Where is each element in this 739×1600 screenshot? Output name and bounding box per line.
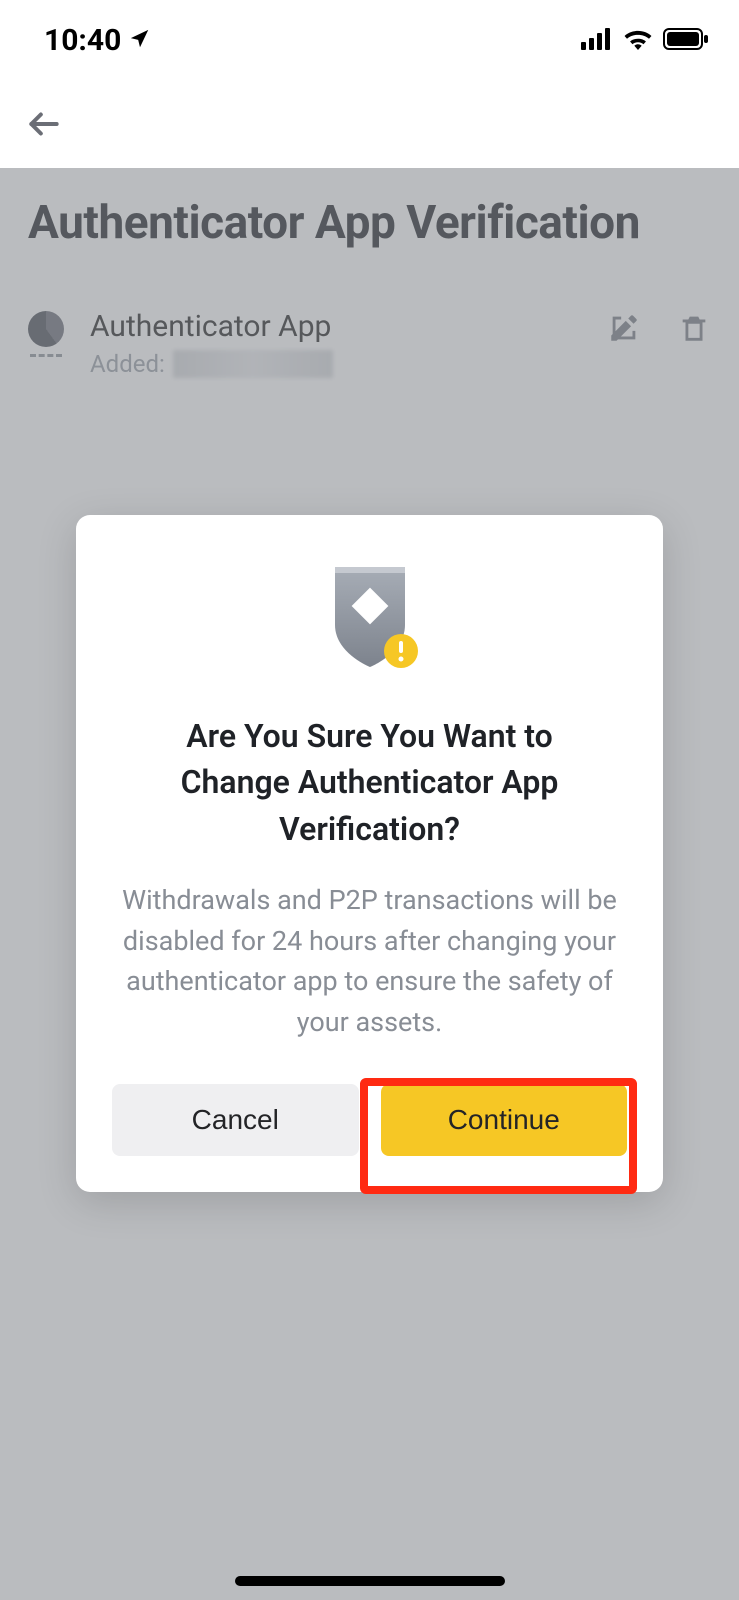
shield-warning-icon <box>112 559 627 679</box>
home-indicator <box>235 1576 505 1586</box>
back-button[interactable] <box>24 104 64 144</box>
status-indicators <box>581 23 709 58</box>
cancel-button[interactable]: Cancel <box>112 1084 359 1156</box>
nav-bar <box>0 80 739 168</box>
confirm-change-modal: Are You Sure You Want to Change Authenti… <box>76 515 663 1192</box>
continue-button[interactable]: Continue <box>381 1084 628 1156</box>
modal-title: Are You Sure You Want to Change Authenti… <box>112 713 627 852</box>
wifi-icon <box>623 23 653 58</box>
cellular-icon <box>581 23 613 58</box>
status-time: 10:40 <box>44 23 121 58</box>
status-bar: 10:40 <box>0 0 739 80</box>
modal-body: Withdrawals and P2P transactions will be… <box>112 880 627 1042</box>
location-icon <box>129 23 151 58</box>
battery-icon <box>663 23 709 58</box>
modal-buttons: Cancel Continue <box>112 1084 627 1156</box>
status-time-wrap: 10:40 <box>44 23 151 58</box>
